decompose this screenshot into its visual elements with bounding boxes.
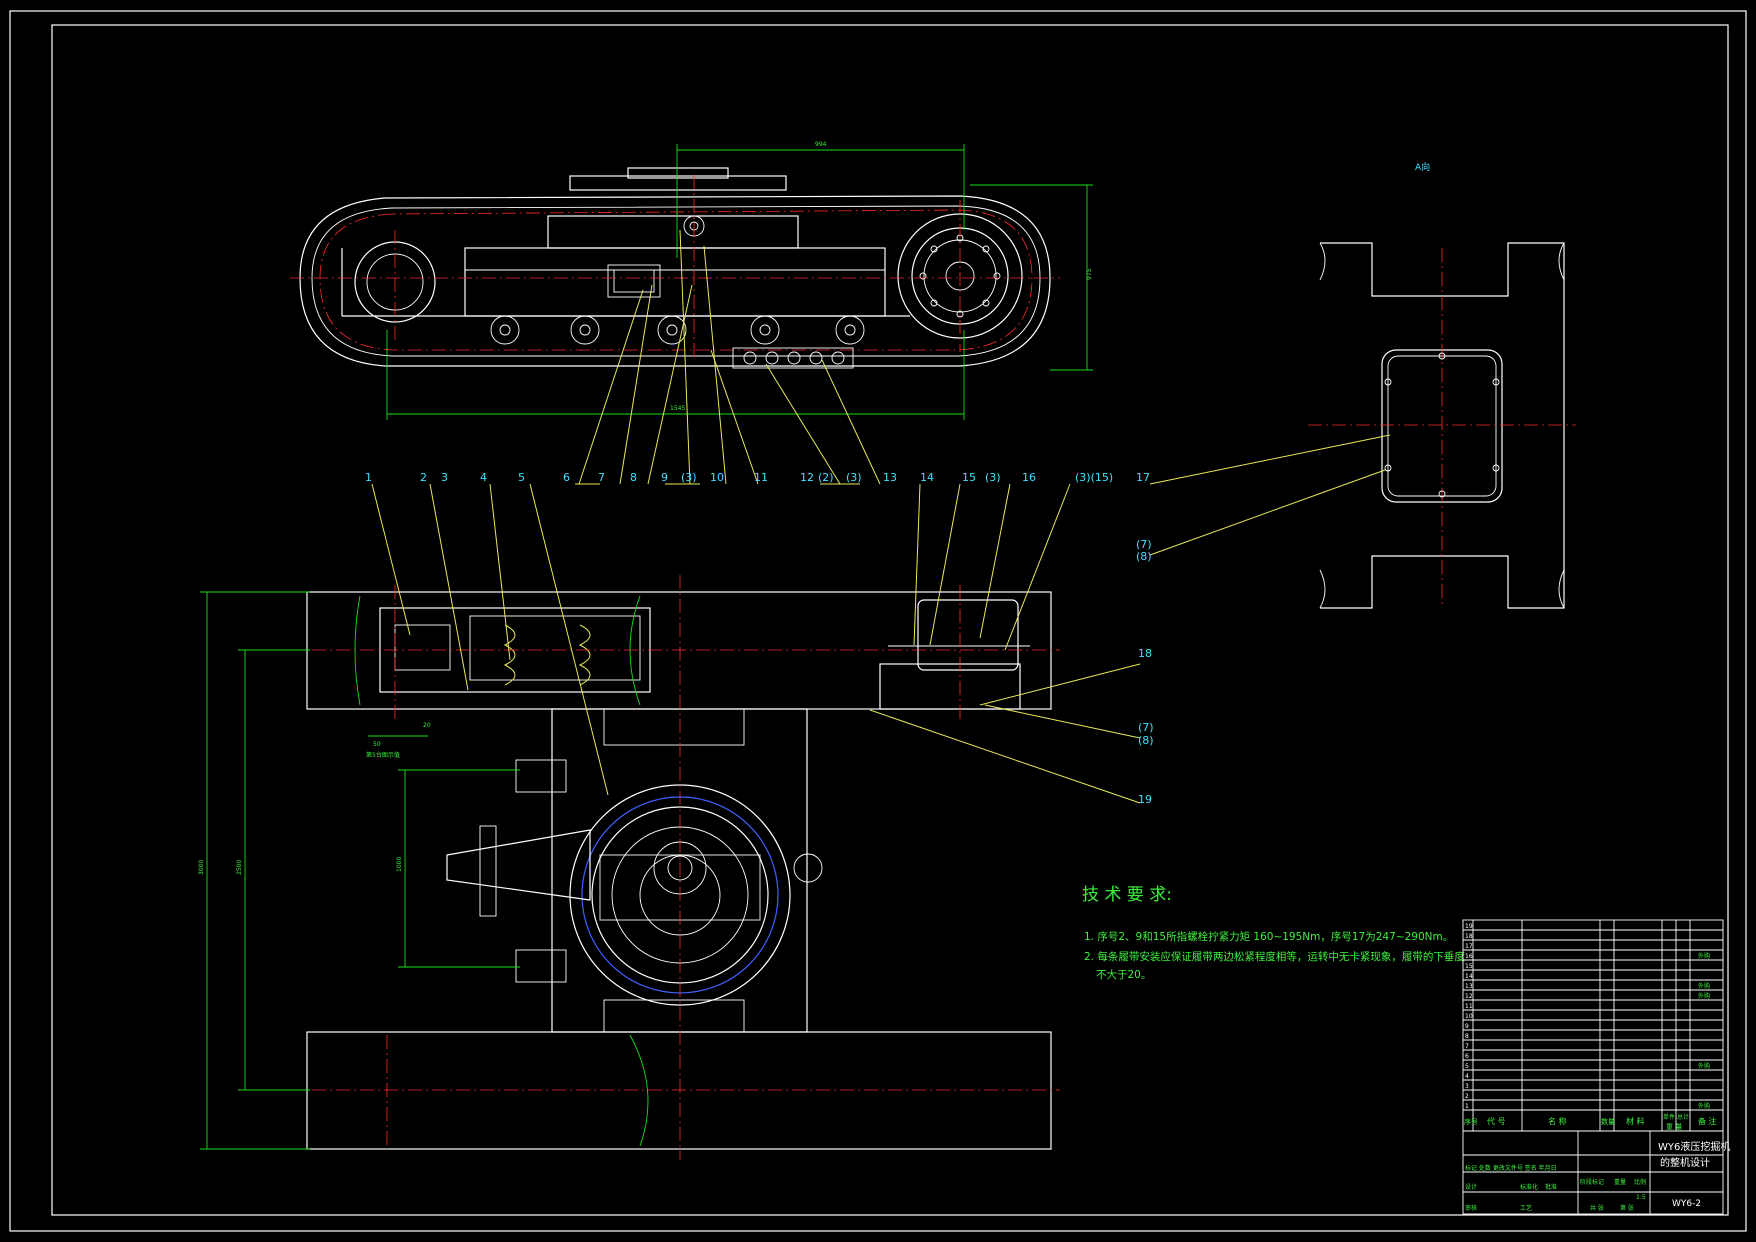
callout-label: 9 [661, 471, 668, 484]
bom-header-qty: 数量 [1601, 1117, 1615, 1126]
tech-line-1: 1. 序号2、9和15所指螺栓拧紧力矩 160~195Nm，序号17为247~2… [1084, 930, 1453, 943]
callout-label: (3) [985, 471, 1001, 484]
dim-top-width: 994 [815, 141, 827, 148]
bom-row-remark: 外购 [1698, 982, 1710, 990]
dim-top-height: 975 [1086, 268, 1093, 280]
callout-label: 5 [518, 471, 525, 484]
bom-header-code: 代 号 [1487, 1116, 1506, 1126]
label-design: 设计 [1465, 1183, 1477, 1191]
inner-frame [51, 24, 1729, 1216]
bom-row-no: 4 [1465, 1073, 1469, 1080]
a-view-detail: A向 [1308, 161, 1576, 609]
dim-small-note: 第5台图示值 [366, 751, 400, 759]
bom-row-no: 15 [1465, 963, 1473, 970]
callout-label: (2) [818, 471, 834, 484]
bom-row-no: 13 [1465, 983, 1473, 990]
revision-labels: 标记 处数 更改文件号 签名 年月日 [1465, 1164, 1557, 1172]
callout-numbers: 1 2 3 4 5 6 7 8 9 (3) 10 11 12 (2) (3) 13 14 15 (3) 16 (3)(1… [365, 471, 1154, 806]
dim-left-inner: 2500 [236, 860, 243, 875]
crawler-side-view: 994 1545 975 [290, 141, 1093, 420]
bom-row-no: 18 [1465, 933, 1473, 940]
bill-of-materials: 19181716 外购151413 外购12 外购111098765 外购4321 外购 … [1462, 919, 1730, 1215]
callout-label: (3) [846, 471, 862, 484]
bom-header-name: 名 称 [1548, 1116, 1567, 1126]
label-scale: 比例 [1634, 1178, 1646, 1186]
label-sheet: 第 张 [1620, 1204, 1634, 1212]
label-standard: 标准化 [1520, 1183, 1538, 1191]
callout-label: 7 [598, 471, 605, 484]
bom-row-no: 3 [1465, 1083, 1469, 1090]
callout-label: (3) [681, 471, 697, 484]
tech-line-3: 不大于20。 [1096, 968, 1151, 981]
bom-row-no: 19 [1465, 923, 1473, 930]
bom-row-remark: 外购 [1698, 1062, 1710, 1070]
callout-label: 3 [441, 471, 448, 484]
callout-label: (7) [1138, 721, 1154, 734]
label-stage: 阶段标记 [1580, 1178, 1604, 1186]
callout-label: 10 [710, 471, 724, 484]
bom-row-no: 10 [1465, 1013, 1473, 1020]
callout-label: 4 [480, 471, 487, 484]
bom-row-remark: 外购 [1698, 992, 1710, 1000]
dim-small-a: 50 [373, 741, 381, 748]
bom-row-no: 6 [1465, 1053, 1469, 1060]
callout-label: 14 [920, 471, 934, 484]
dim-left-mid: 1000 [396, 857, 403, 872]
drawing-number: WY6-2 [1672, 1199, 1701, 1209]
callout-label: 2 [420, 471, 427, 484]
bom-row-no: 1 [1465, 1103, 1469, 1110]
bom-header-total: 总计 [1677, 1113, 1689, 1121]
bom-header-unit: 单件 [1663, 1113, 1675, 1121]
callout-label: 13 [883, 471, 897, 484]
callout-label: 15 [962, 471, 976, 484]
bom-row-remark: 外购 [1698, 1102, 1710, 1110]
tech-line-2: 2. 每条履带安装应保证履带两边松紧程度相等，运转中无卡紧现象，履带的下垂度 [1084, 950, 1465, 963]
callout-label: (8) [1138, 734, 1154, 747]
title-line-1: WY6液压挖掘机 [1658, 1140, 1730, 1153]
callout-label: 6 [563, 471, 570, 484]
callout-label: (3)(15) [1075, 471, 1113, 484]
label-review: 审核 [1465, 1204, 1477, 1212]
label-sheets: 共 张 [1590, 1204, 1604, 1212]
callout-label: 17 [1136, 471, 1150, 484]
bom-row-no: 9 [1465, 1023, 1469, 1030]
bom-row-no: 7 [1465, 1043, 1469, 1050]
bom-row-no: 12 [1465, 993, 1473, 1000]
bom-row-no: 8 [1465, 1033, 1469, 1040]
bom-header-no: 序号 [1464, 1117, 1478, 1126]
undercarriage-plan-view: 3000 2500 1000 50 20 第5台图示值 [198, 575, 1060, 1160]
dim-small-b: 20 [423, 722, 431, 729]
bom-header-weight-group: 重 量 [1666, 1123, 1682, 1131]
callout-label: 1 [365, 471, 372, 484]
title-line-2: 的整机设计 [1660, 1156, 1710, 1169]
bom-row-no: 14 [1465, 973, 1473, 980]
callout-label: 12 [800, 471, 814, 484]
bom-header-material: 材 料 [1626, 1116, 1645, 1126]
bom-row-no: 16 [1465, 953, 1473, 960]
outer-frame [9, 10, 1747, 1232]
callout-label: 11 [754, 471, 768, 484]
callout-label: 8 [630, 471, 637, 484]
label-process: 工艺 [1520, 1204, 1532, 1212]
callout-label: 16 [1022, 471, 1036, 484]
callout-label: 19 [1138, 793, 1152, 806]
bom-row-no: 17 [1465, 943, 1473, 950]
bom-row-no: 11 [1465, 1003, 1473, 1010]
dim-overall-length: 1545 [670, 405, 685, 412]
tech-heading: 技 术 要 求: [1082, 885, 1172, 905]
label-weight: 重量 [1614, 1178, 1626, 1186]
scale-value: 1:5 [1636, 1194, 1646, 1201]
bom-row-no: 2 [1465, 1093, 1469, 1100]
a-view-label: A向 [1415, 161, 1430, 173]
callout-label: 18 [1138, 647, 1152, 660]
dim-left-overall: 3000 [198, 860, 205, 875]
label-approve: 批准 [1545, 1183, 1557, 1191]
callout-label: (8) [1136, 550, 1152, 563]
bom-row-no: 5 [1465, 1063, 1469, 1070]
bom-row-remark: 外购 [1698, 952, 1710, 960]
bom-header-remark: 备 注 [1698, 1116, 1717, 1126]
cad-drawing: 994 1545 975 A向 3000 2500 1000 50 20 第5台… [9, 10, 1747, 1232]
